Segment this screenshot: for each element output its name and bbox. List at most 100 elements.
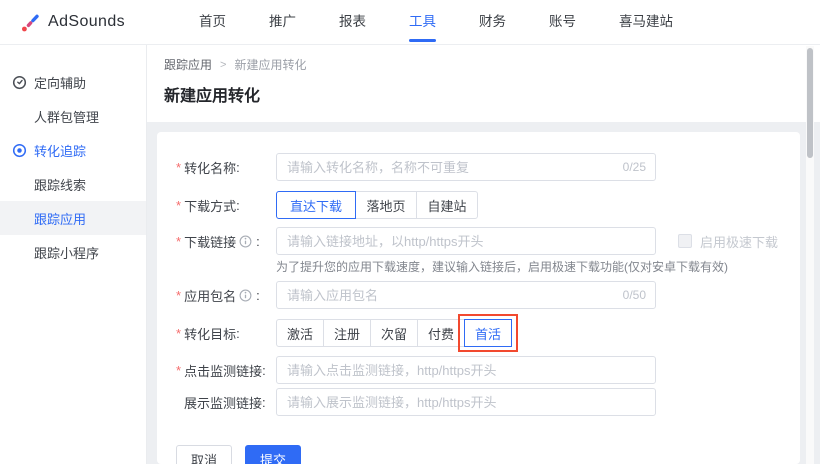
sidebar-item-track-leads[interactable]: 跟踪线索: [0, 167, 146, 201]
app-header: AdSounds 首页 推广 报表 工具 财务 账号 喜马建站: [0, 0, 820, 45]
package-name-inputbox: 0/50: [276, 281, 656, 309]
conversion-name-label: * 转化名称:: [176, 158, 276, 177]
nav-item-tools-label: 工具: [409, 13, 437, 29]
speed-download-checkbox[interactable]: [678, 234, 692, 248]
breadcrumb-track-apps[interactable]: 跟踪应用: [164, 56, 212, 73]
sidebar-item-track-apps[interactable]: 跟踪应用: [0, 201, 146, 235]
sidebar-item-conversion-tracking[interactable]: 转化追踪: [0, 133, 146, 167]
download-link-label: * 下载链接 :: [176, 232, 276, 251]
download-mode-option-landing-page[interactable]: 落地页: [355, 191, 417, 219]
download-mode-option-self-built-site[interactable]: 自建站: [416, 191, 478, 219]
nav-item-account[interactable]: 账号: [541, 0, 584, 45]
page-scrollbar-track: [806, 46, 814, 464]
nav-item-reports[interactable]: 报表: [331, 0, 374, 45]
goal-option-payment[interactable]: 付费: [417, 319, 465, 347]
main-content: 跟踪应用 > 新建应用转化 新建应用转化 * 转化名称: 0/25: [147, 45, 820, 464]
label-text: 应用包名: [184, 288, 237, 304]
top-nav: 首页 推广 报表 工具 财务 账号 喜马建站: [191, 0, 708, 45]
submit-button[interactable]: 提交: [245, 445, 302, 464]
form-actions: 取消 提交: [176, 445, 780, 464]
label-colon: :: [236, 159, 240, 175]
row-click-monitor-link: * 点击监测链接:: [176, 356, 780, 384]
label-text: 下载链接: [184, 234, 237, 250]
label-colon: :: [262, 394, 266, 410]
active-tab-underline: [409, 38, 437, 42]
label-colon: :: [256, 233, 260, 249]
download-link-info-icon[interactable]: [239, 235, 252, 248]
impression-monitor-link-input[interactable]: [277, 389, 655, 415]
brand-name: AdSounds: [48, 13, 126, 30]
label-colon: :: [262, 362, 266, 378]
goal-option-next-day-retention[interactable]: 次留: [370, 319, 418, 347]
row-conversion-name: * 转化名称: 0/25: [176, 153, 780, 181]
nav-item-home[interactable]: 首页: [191, 0, 234, 45]
cancel-button[interactable]: 取消: [176, 445, 233, 464]
conversion-name-inputbox: 0/25: [276, 153, 656, 181]
brand-logo-icon: [20, 12, 41, 33]
click-monitor-link-inputbox: [276, 356, 656, 384]
nav-item-finance[interactable]: 财务: [471, 0, 514, 45]
impression-monitor-link-label: 展示监测链接:: [176, 393, 276, 412]
package-name-counter: 0/50: [622, 288, 646, 302]
row-impression-monitor-link: 展示监测链接:: [176, 388, 780, 416]
goal-option-activation[interactable]: 激活: [276, 319, 324, 347]
download-mode-label: * 下载方式:: [176, 196, 276, 215]
nav-item-site-builder[interactable]: 喜马建站: [611, 0, 681, 45]
conversion-name-input[interactable]: [277, 154, 655, 180]
package-name-input[interactable]: [277, 282, 655, 308]
label-colon: :: [256, 287, 260, 303]
nav-item-promotion[interactable]: 推广: [261, 0, 304, 45]
label-text: 展示监测链接: [184, 395, 263, 411]
conversion-goal-label: * 转化目标:: [176, 324, 276, 343]
download-mode-group: 直达下载 落地页 自建站: [276, 191, 478, 219]
breadcrumb-current: 新建应用转化: [234, 58, 307, 72]
package-name-info-icon[interactable]: [239, 289, 252, 302]
sidebar-item-targeting-assist[interactable]: 定向辅助: [0, 65, 146, 99]
required-mark: *: [176, 362, 182, 378]
row-download-mode: * 下载方式: 直达下载 落地页 自建站: [176, 191, 780, 219]
sidebar-item-audience-packages[interactable]: 人群包管理: [0, 99, 146, 133]
form-card: * 转化名称: 0/25 * 下载方式: 直达下载 落地页 自建站: [157, 132, 800, 464]
sidebar-item-label: 转化追踪: [34, 143, 87, 159]
click-monitor-link-label: * 点击监测链接:: [176, 361, 276, 380]
goal-option-first-activation[interactable]: 首活: [464, 319, 512, 347]
breadcrumb: 跟踪应用 > 新建应用转化: [164, 56, 820, 73]
click-monitor-link-input[interactable]: [277, 357, 655, 383]
label-text: 转化目标: [184, 326, 237, 342]
impression-monitor-link-inputbox: [276, 388, 656, 416]
sidebar-item-label: 人群包管理: [34, 109, 100, 125]
download-link-input[interactable]: [277, 228, 655, 254]
brand-logo[interactable]: AdSounds: [20, 12, 125, 33]
sidebar-item-label: 跟踪线索: [34, 177, 87, 193]
sidebar: 定向辅助 人群包管理 转化追踪 跟踪线索 跟踪应用 跟踪小程序: [0, 45, 147, 464]
sidebar-item-track-miniprograms[interactable]: 跟踪小程序: [0, 235, 146, 269]
required-mark: *: [176, 233, 182, 249]
download-mode-option-direct[interactable]: 直达下载: [276, 191, 356, 219]
row-conversion-goal: * 转化目标: 激活 注册 次留 付费 首活: [176, 314, 780, 352]
label-text: 下载方式: [184, 198, 237, 214]
page-title: 新建应用转化: [164, 88, 261, 105]
page-head: 跟踪应用 > 新建应用转化 新建应用转化: [147, 45, 820, 122]
page-scrollbar-thumb[interactable]: [807, 48, 813, 158]
speed-download-checkbox-label: 启用极速下载: [700, 234, 779, 250]
sidebar-item-label: 跟踪小程序: [34, 245, 100, 261]
nav-item-tools[interactable]: 工具: [401, 0, 444, 45]
row-package-name: * 应用包名 : 0/50: [176, 281, 780, 309]
required-mark: *: [176, 159, 182, 175]
conversion-goal-group: 激活 注册 次留 付费 首活: [276, 314, 518, 352]
download-link-helper-text: 为了提升您的应用下载速度，建议输入链接后，启用极速下载功能(仅对安卓下载有效): [276, 260, 728, 274]
sidebar-item-label: 跟踪应用: [34, 211, 87, 227]
conversion-tracking-icon: [12, 143, 27, 158]
sidebar-item-label: 定向辅助: [34, 75, 87, 91]
conversion-name-counter: 0/25: [622, 160, 646, 174]
label-text: 点击监测链接: [184, 363, 263, 379]
required-mark: *: [176, 197, 182, 213]
required-mark: *: [176, 287, 182, 303]
goal-option-register[interactable]: 注册: [323, 319, 371, 347]
required-mark: *: [176, 325, 182, 341]
speed-download-checkbox-wrap[interactable]: 启用极速下载: [678, 232, 778, 251]
label-text: 转化名称: [184, 160, 237, 176]
label-colon: :: [236, 325, 240, 341]
download-link-inputbox: [276, 227, 656, 255]
label-colon: :: [236, 197, 240, 213]
